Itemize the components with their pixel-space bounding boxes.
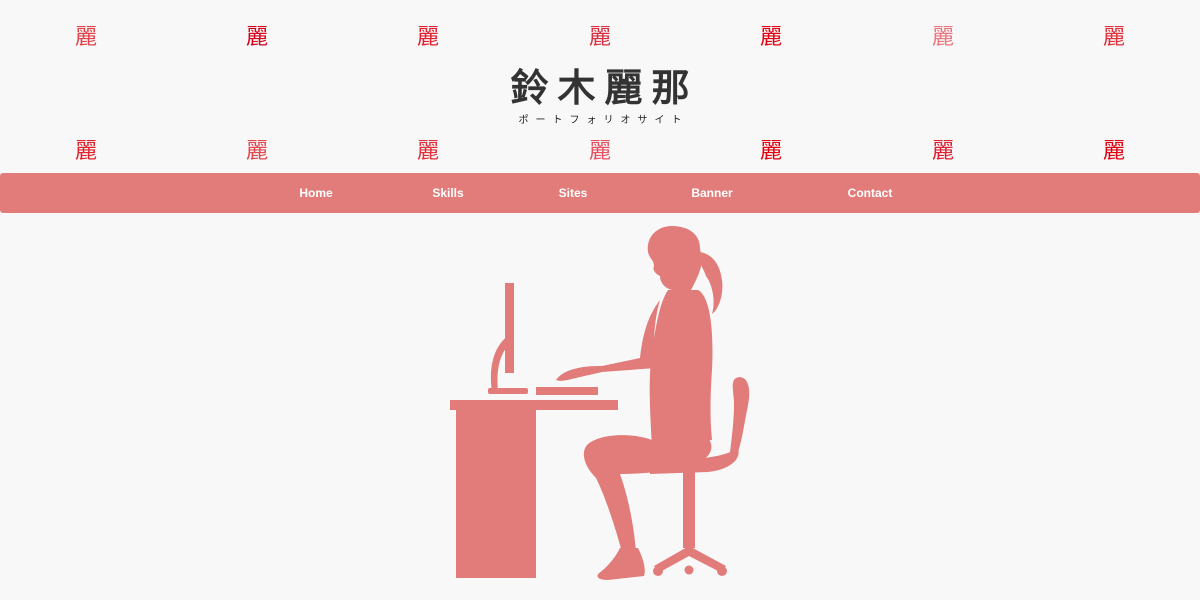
- decorative-stamp-row-bottom: 麗 麗 麗 麗 麗 麗 麗: [0, 136, 1200, 168]
- chair-wheel-shape: [653, 566, 663, 576]
- torso-shape: [649, 290, 713, 448]
- stamp-icon: 麗: [759, 139, 782, 164]
- nav-item-contact[interactable]: Contact: [840, 173, 901, 213]
- stamp-icon: 麗: [1102, 139, 1125, 164]
- nav-item-sites[interactable]: Sites: [551, 173, 596, 213]
- nav-item-home[interactable]: Home: [291, 173, 340, 213]
- stamp-icon: 麗: [1102, 25, 1125, 50]
- stamp-icon: 麗: [74, 25, 97, 50]
- desk-pedestal-shape: [456, 410, 536, 578]
- stamp-icon: 麗: [416, 25, 439, 50]
- desk-top-shape: [450, 400, 618, 410]
- site-header: 鈴木麗那 ポートフォリオサイト: [0, 62, 1200, 128]
- stamp-icon: 麗: [416, 139, 439, 164]
- monitor-screen-shape: [505, 283, 514, 373]
- stamp-icon: 麗: [588, 25, 611, 50]
- nav-item-skills[interactable]: Skills: [424, 173, 471, 213]
- hero-section: [0, 213, 1200, 600]
- page: 麗 麗 麗 麗 麗 麗 麗 鈴木麗那 ポートフォリオサイト 麗 麗 麗 麗 麗 …: [0, 0, 1200, 600]
- monitor-base-shape: [488, 388, 528, 394]
- stamp-icon: 麗: [588, 139, 611, 164]
- arm-shape: [556, 300, 660, 381]
- stamp-icon: 麗: [931, 139, 954, 164]
- stamp-icon: 麗: [245, 139, 268, 164]
- foot-shape: [597, 548, 645, 580]
- head-shape: [647, 226, 702, 292]
- nav-item-banner[interactable]: Banner: [683, 173, 740, 213]
- main-nav: Home Skills Sites Banner Contact: [0, 173, 1200, 213]
- chair-wheel-shape: [684, 565, 694, 575]
- stamp-icon: 麗: [931, 25, 954, 50]
- stamp-icon: 麗: [245, 25, 268, 50]
- chair-post-shape: [683, 472, 695, 548]
- stamp-icon: 麗: [74, 139, 97, 164]
- site-subtitle: ポートフォリオサイト: [518, 115, 689, 126]
- keyboard-shape: [536, 387, 598, 395]
- site-title: 鈴木麗那: [510, 66, 699, 110]
- woman-at-computer-desk-icon: [450, 226, 750, 580]
- chair-back-shape: [730, 377, 750, 452]
- decorative-stamp-row-top: 麗 麗 麗 麗 麗 麗 麗: [0, 22, 1200, 54]
- chair-wheel-shape: [717, 566, 727, 576]
- stamp-icon: 麗: [759, 25, 782, 50]
